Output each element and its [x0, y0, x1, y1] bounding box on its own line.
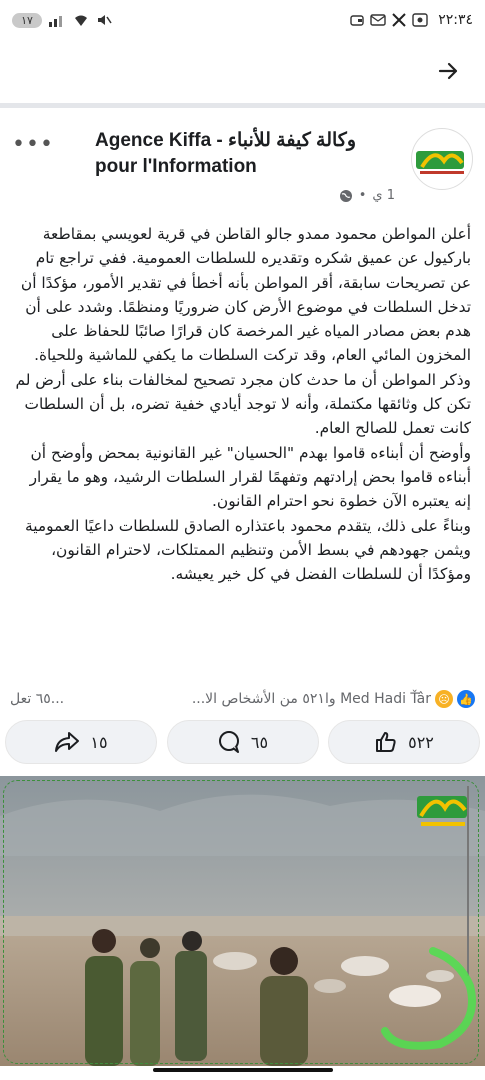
status-bar: ١٧ ٢٢:٣٤: [0, 0, 485, 40]
signal-icon: [49, 16, 62, 27]
x-icon: [392, 13, 406, 27]
status-left-group: ١٧: [12, 12, 112, 28]
post-paragraph: وبناءً على ذلك، يتقدم محمود باعتذاره الص…: [25, 516, 471, 584]
top-navigation: [0, 44, 485, 100]
back-arrow-icon[interactable]: [433, 56, 463, 86]
mail-icon: [370, 14, 386, 26]
header-divider: [0, 103, 485, 108]
battery-icon: ١٧: [12, 12, 42, 28]
comment-icon: [218, 731, 239, 753]
reactions-summary[interactable]: Med Hadi Ťâr وا٥٢١ من الأشخاص الا... ☹ 👍: [192, 690, 475, 708]
reactions-row[interactable]: ٦٥ تعل... Med Hadi Ťâr وا٥٢١ من الأشخاص …: [0, 684, 485, 714]
post-paragraph: وأوضح أن أبناءه قاموا بهدم "الحسيان" غير…: [29, 443, 471, 511]
page-avatar[interactable]: [411, 128, 473, 190]
page-name[interactable]: Agence Kiffa - وكالة كيفة للأنباء pour l…: [95, 128, 395, 180]
post-actions: ١٥ ٦٥ ٥٢٢: [0, 720, 485, 770]
like-button[interactable]: ٥٢٢: [328, 720, 480, 764]
share-count: ١٥: [90, 732, 108, 752]
status-right-group: ٢٢:٣٤: [350, 12, 473, 28]
post-time[interactable]: 1 ي: [372, 188, 395, 203]
screen-record-icon: [412, 13, 428, 27]
comment-button[interactable]: ٦٥: [166, 720, 319, 764]
agence-kiffa-logo-icon: [416, 151, 464, 174]
media-dashed-frame: [3, 780, 479, 1064]
post-body: أعلن المواطن محمود ممدو جالو القاطن في ق…: [11, 222, 471, 586]
like-count: ٥٢٢: [408, 732, 434, 752]
post-paragraph: أعلن المواطن محمود ممدو جالو القاطن في ق…: [20, 225, 471, 365]
wifi-icon: [75, 15, 87, 26]
meta-separator: •: [358, 188, 367, 203]
status-time: ٢٢:٣٤: [438, 12, 473, 28]
mute-icon: [98, 15, 112, 25]
more-options-icon[interactable]: •••: [12, 132, 54, 157]
thumbs-up-icon: [376, 732, 396, 752]
wallet-icon: [350, 15, 364, 26]
post-paragraph: وذكر المواطن أن ما حدث كان مجرد تصحيح لم…: [15, 370, 471, 438]
agence-kiffa-watermark-icon: [417, 796, 467, 826]
globe-icon: [339, 189, 352, 202]
share-button[interactable]: ١٥: [5, 720, 157, 764]
reactions-summary-text[interactable]: Med Hadi Ťâr وا٥٢١ من الأشخاص الا...: [192, 691, 431, 707]
comments-summary[interactable]: ٦٥ تعل...: [10, 691, 64, 707]
post-meta: 1 ي •: [339, 188, 395, 203]
comment-count: ٦٥: [250, 732, 269, 752]
post-photo[interactable]: [0, 776, 485, 1066]
like-reaction-icon: 👍: [457, 690, 475, 708]
sad-reaction-icon: ☹: [435, 690, 453, 708]
home-indicator[interactable]: [152, 1068, 333, 1072]
post-header: Agence Kiffa - وكالة كيفة للأنباء pour l…: [0, 118, 485, 208]
share-icon: [55, 732, 80, 752]
comments-count-text[interactable]: ٦٥ تعل...: [10, 691, 64, 707]
